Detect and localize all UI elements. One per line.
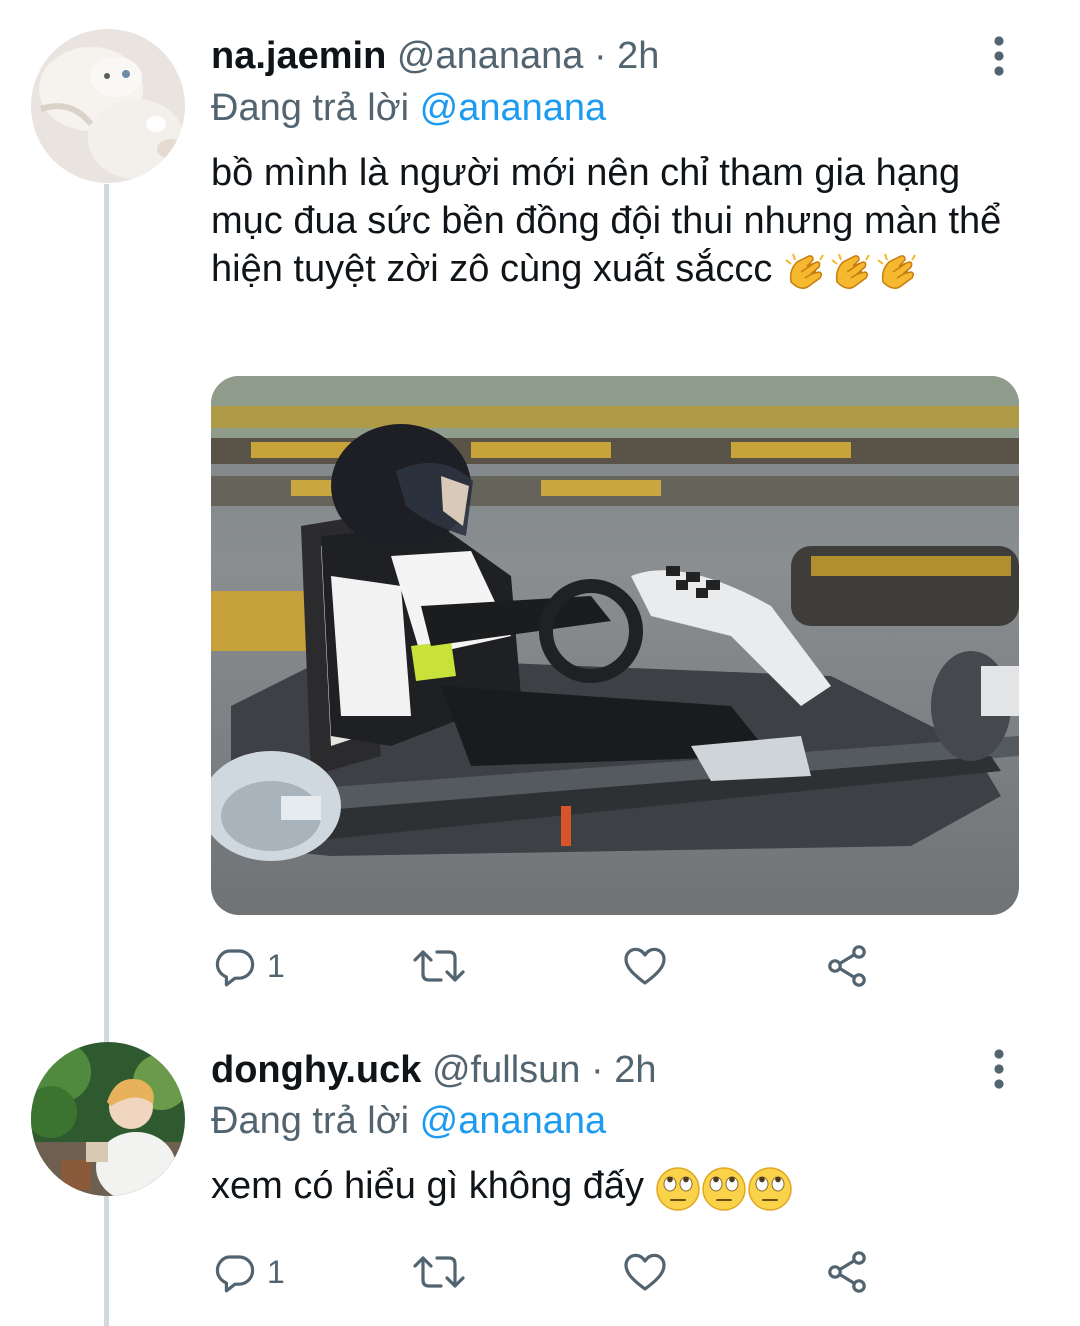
tweet-header: donghy.uck @fullsun · 2h — [211, 1048, 656, 1092]
replying-to-mention[interactable]: @ananana — [420, 1100, 607, 1142]
avatar-cat-image — [31, 29, 185, 183]
more-vertical-icon — [994, 36, 1004, 76]
share-icon — [828, 1251, 866, 1293]
replying-to-label: Đang trả lời — [211, 1100, 410, 1142]
separator-dot: · — [590, 1049, 604, 1091]
tweet-media-photo[interactable] — [211, 376, 1019, 915]
replying-to-label: Đang trả lời — [211, 87, 410, 129]
avatar-person-image — [31, 1042, 185, 1196]
handle[interactable]: @ananana — [397, 35, 584, 77]
tweet-text-content: xem có hiểu gì không đấy — [211, 1165, 645, 1207]
retweet-icon — [413, 1256, 465, 1288]
emoji-group — [783, 247, 921, 295]
replying-to-mention[interactable]: @ananana — [420, 87, 607, 129]
reply-button[interactable]: 1 — [211, 1242, 285, 1302]
more-vertical-icon — [994, 1049, 1004, 1089]
tweet-actions: 1 — [211, 936, 891, 996]
separator-dot: · — [593, 35, 607, 77]
clapping-hands-emoji — [785, 253, 824, 289]
handle[interactable]: @fullsun — [432, 1049, 580, 1091]
emoji-group — [655, 1163, 793, 1212]
replying-to: Đang trả lời @ananana — [211, 86, 606, 130]
reply-count: 1 — [267, 947, 285, 984]
replying-to: Đang trả lời @ananana — [211, 1099, 606, 1143]
heart-icon — [624, 947, 666, 985]
face-with-rolling-eyes-emoji — [701, 1167, 746, 1212]
retweet-button[interactable] — [411, 936, 467, 996]
reply-icon — [215, 1255, 255, 1293]
retweet-icon — [413, 950, 465, 982]
avatar[interactable] — [31, 29, 185, 183]
like-button[interactable] — [621, 1242, 669, 1302]
timestamp[interactable]: 2h — [617, 35, 659, 77]
face-with-rolling-eyes-emoji — [655, 1167, 700, 1212]
reply-count: 1 — [267, 1253, 285, 1290]
share-button[interactable] — [823, 1242, 871, 1302]
tweet-text: xem có hiểu gì không đấy — [211, 1162, 1011, 1212]
reply-button[interactable]: 1 — [211, 936, 285, 996]
more-options-button[interactable] — [982, 32, 1016, 82]
tweet-actions: 1 — [211, 1242, 891, 1302]
face-with-rolling-eyes-emoji — [747, 1167, 792, 1212]
clapping-hands-emoji — [877, 253, 916, 289]
display-name[interactable]: donghy.uck — [211, 1049, 421, 1091]
display-name[interactable]: na.jaemin — [211, 35, 386, 77]
tweet-header: na.jaemin @ananana · 2h — [211, 34, 659, 78]
timestamp[interactable]: 2h — [614, 1049, 656, 1091]
more-options-button[interactable] — [982, 1045, 1016, 1095]
like-button[interactable] — [621, 936, 669, 996]
share-icon — [828, 945, 866, 987]
clapping-hands-emoji — [831, 253, 870, 289]
reply-icon — [215, 949, 255, 987]
go-kart-photo — [211, 376, 1019, 915]
share-button[interactable] — [823, 936, 871, 996]
tweet-text: bồ mình là người mới nên chỉ tham gia hạ… — [211, 149, 1011, 295]
heart-icon — [624, 1253, 666, 1291]
avatar[interactable] — [31, 1042, 185, 1196]
retweet-button[interactable] — [411, 1242, 467, 1302]
